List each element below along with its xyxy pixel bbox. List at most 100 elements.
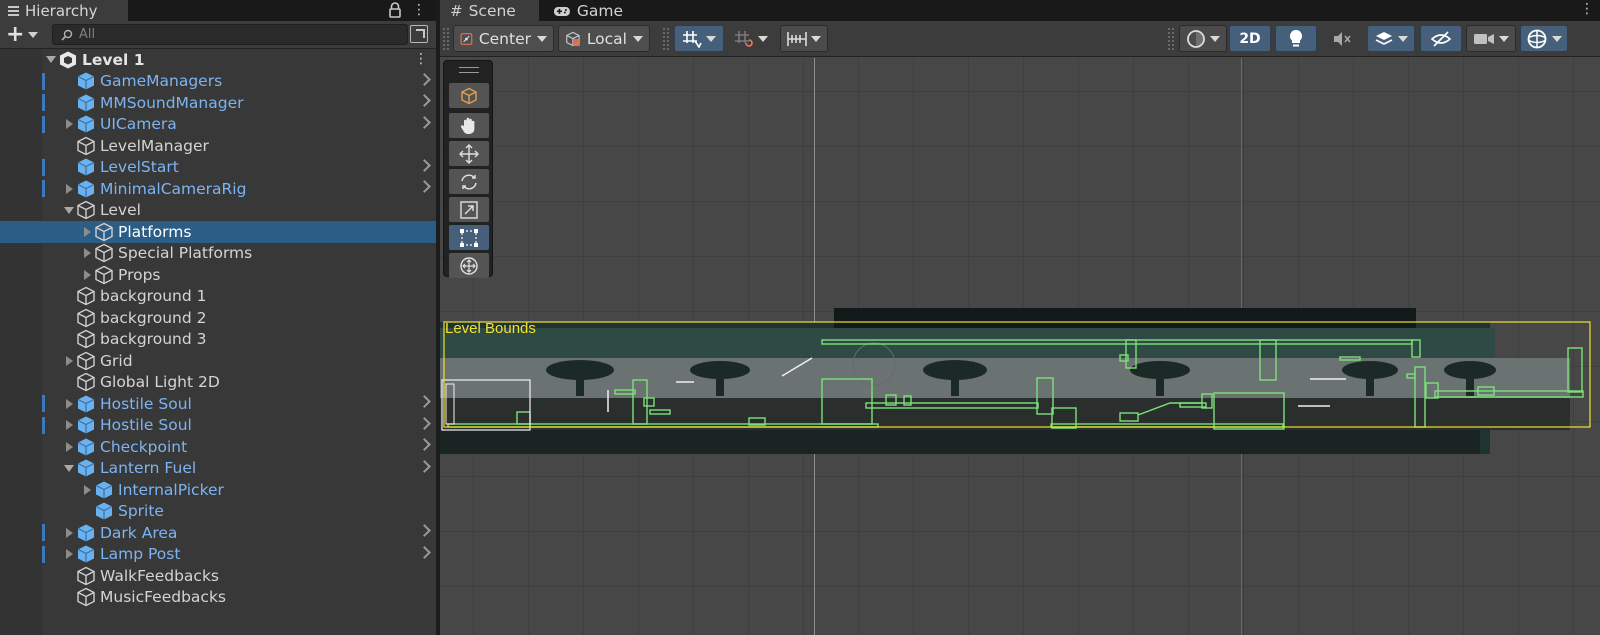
open-prefab-chevron-icon[interactable] xyxy=(418,524,431,537)
hierarchy-row[interactable]: Level xyxy=(0,200,436,222)
rect-tool-button[interactable] xyxy=(449,225,489,250)
add-object-button[interactable]: + xyxy=(6,24,44,46)
scene-pick-icon[interactable] xyxy=(410,25,428,43)
ruler-toggle[interactable] xyxy=(780,25,828,52)
gameobject-cube-icon xyxy=(76,566,96,586)
open-prefab-chevron-icon[interactable] xyxy=(418,416,431,430)
open-prefab-chevron-icon[interactable] xyxy=(418,72,431,86)
hierarchy-row-label: Level xyxy=(100,201,141,220)
2d-mode-label: 2D xyxy=(1239,30,1261,47)
lock-icon[interactable] xyxy=(388,2,402,18)
increment-snap-icon xyxy=(735,30,753,47)
palette-handle[interactable] xyxy=(459,67,479,73)
expand-down-icon[interactable] xyxy=(44,53,58,67)
shading-mode-dropdown[interactable] xyxy=(1179,25,1227,52)
move-tool-button[interactable] xyxy=(449,141,489,166)
open-prefab-chevron-icon[interactable] xyxy=(418,158,431,172)
increment-snap-toggle[interactable] xyxy=(728,25,774,52)
open-prefab-chevron-icon[interactable] xyxy=(418,438,431,451)
open-prefab-chevron-icon[interactable] xyxy=(418,180,431,193)
hierarchy-row[interactable]: MMSoundManager xyxy=(0,92,436,114)
hierarchy-row[interactable]: background 3 xyxy=(0,329,436,351)
grid-snap-toggle[interactable] xyxy=(674,25,724,52)
expand-right-icon[interactable] xyxy=(62,117,76,131)
open-prefab-chevron-icon[interactable] xyxy=(418,115,431,129)
transform-tool-button[interactable] xyxy=(449,253,489,278)
expand-right-icon[interactable] xyxy=(62,397,76,411)
hierarchy-row[interactable]: GameManagers xyxy=(0,71,436,93)
gizmos-dropdown[interactable] xyxy=(1520,25,1568,52)
hierarchy-kebab-icon[interactable]: ⋮ xyxy=(412,1,426,19)
pivot-center-icon xyxy=(460,32,473,45)
expand-down-icon[interactable] xyxy=(62,203,76,217)
effects-dropdown[interactable] xyxy=(1367,25,1415,52)
hierarchy-row[interactable]: Lamp Post xyxy=(0,544,436,566)
open-prefab-chevron-icon[interactable] xyxy=(418,395,431,408)
expand-right-icon[interactable] xyxy=(62,354,76,368)
expand-right-icon[interactable] xyxy=(80,483,94,497)
hierarchy-row[interactable]: MusicFeedbacks xyxy=(0,587,436,609)
custom-tool-button[interactable] xyxy=(449,83,489,108)
hierarchy-row[interactable]: Sprite xyxy=(0,501,436,523)
open-prefab-chevron-icon[interactable] xyxy=(418,459,431,473)
toolbar-grip[interactable] xyxy=(443,28,449,50)
hierarchy-row[interactable]: Platforms xyxy=(0,221,436,243)
rotate-tool-button[interactable] xyxy=(449,169,489,194)
hierarchy-row[interactable]: Props xyxy=(0,264,436,286)
hierarchy-row[interactable]: Hostile Soul xyxy=(0,393,436,415)
hierarchy-row[interactable]: LevelStart xyxy=(0,157,436,179)
scene-kebab-icon[interactable]: ⋮ xyxy=(414,49,428,70)
hierarchy-row[interactable]: Hostile Soul xyxy=(0,415,436,437)
expand-right-icon[interactable] xyxy=(62,440,76,454)
expand-right-icon[interactable] xyxy=(80,246,94,260)
open-prefab-chevron-icon[interactable] xyxy=(418,94,431,107)
scene-kebab-icon[interactable]: ⋮ xyxy=(1580,1,1594,17)
camera-settings-dropdown[interactable] xyxy=(1466,25,1516,52)
hierarchy-row[interactable]: Dark Area xyxy=(0,522,436,544)
expand-right-icon[interactable] xyxy=(80,268,94,282)
hierarchy-row[interactable]: UICamera xyxy=(0,114,436,136)
prefab-cube-icon xyxy=(94,501,114,521)
tab-game-label: Game xyxy=(576,1,623,20)
view-tool-button[interactable] xyxy=(449,113,489,138)
light-icon xyxy=(1289,29,1303,46)
hierarchy-row[interactable]: Level 1 ⋮ xyxy=(0,49,436,71)
pivot-mode-dropdown[interactable]: Center xyxy=(453,25,554,52)
2d-mode-toggle[interactable]: 2D xyxy=(1229,25,1271,52)
open-prefab-chevron-icon[interactable] xyxy=(418,545,431,559)
pivot-rotation-dropdown[interactable]: Local xyxy=(558,25,650,52)
hierarchy-row[interactable]: Special Platforms xyxy=(0,243,436,265)
hierarchy-row[interactable]: LevelManager xyxy=(0,135,436,157)
hierarchy-row[interactable]: Global Light 2D xyxy=(0,372,436,394)
toolbar-grip[interactable] xyxy=(1168,28,1174,50)
prefab-override-bar xyxy=(42,524,45,541)
hierarchy-row[interactable]: MinimalCameraRig xyxy=(0,178,436,200)
expand-right-icon[interactable] xyxy=(62,182,76,196)
expand-right-icon[interactable] xyxy=(80,225,94,239)
hierarchy-row[interactable]: background 1 xyxy=(0,286,436,308)
scene-viewport[interactable]: Level Bounds xyxy=(440,58,1600,635)
hidden-objects-toggle[interactable] xyxy=(1420,25,1462,52)
hierarchy-row[interactable]: InternalPicker xyxy=(0,479,436,501)
hierarchy-row[interactable]: Lantern Fuel xyxy=(0,458,436,480)
expand-right-icon[interactable] xyxy=(62,418,76,432)
tab-game[interactable]: Game xyxy=(543,0,633,21)
expand-down-icon[interactable] xyxy=(62,461,76,475)
hierarchy-row[interactable]: Checkpoint xyxy=(0,436,436,458)
lighting-toggle[interactable] xyxy=(1275,25,1317,52)
toolbar-grip[interactable] xyxy=(663,28,669,50)
prefab-cube-icon xyxy=(76,437,96,457)
scene-panel: # Scene Game ⋮ Center Local 2D Level Bou… xyxy=(440,0,1600,635)
hierarchy-row[interactable]: background 2 xyxy=(0,307,436,329)
hierarchy-row[interactable]: WalkFeedbacks xyxy=(0,565,436,587)
hierarchy-tab[interactable]: Hierarchy xyxy=(0,0,128,21)
expand-right-icon[interactable] xyxy=(62,547,76,561)
tab-scene[interactable]: # Scene xyxy=(440,0,539,21)
hierarchy-row[interactable]: Grid xyxy=(0,350,436,372)
expand-right-icon[interactable] xyxy=(62,526,76,540)
audio-toggle[interactable] xyxy=(1321,25,1363,52)
hierarchy-search-input[interactable] xyxy=(79,27,379,42)
scale-tool-button[interactable] xyxy=(449,197,489,222)
